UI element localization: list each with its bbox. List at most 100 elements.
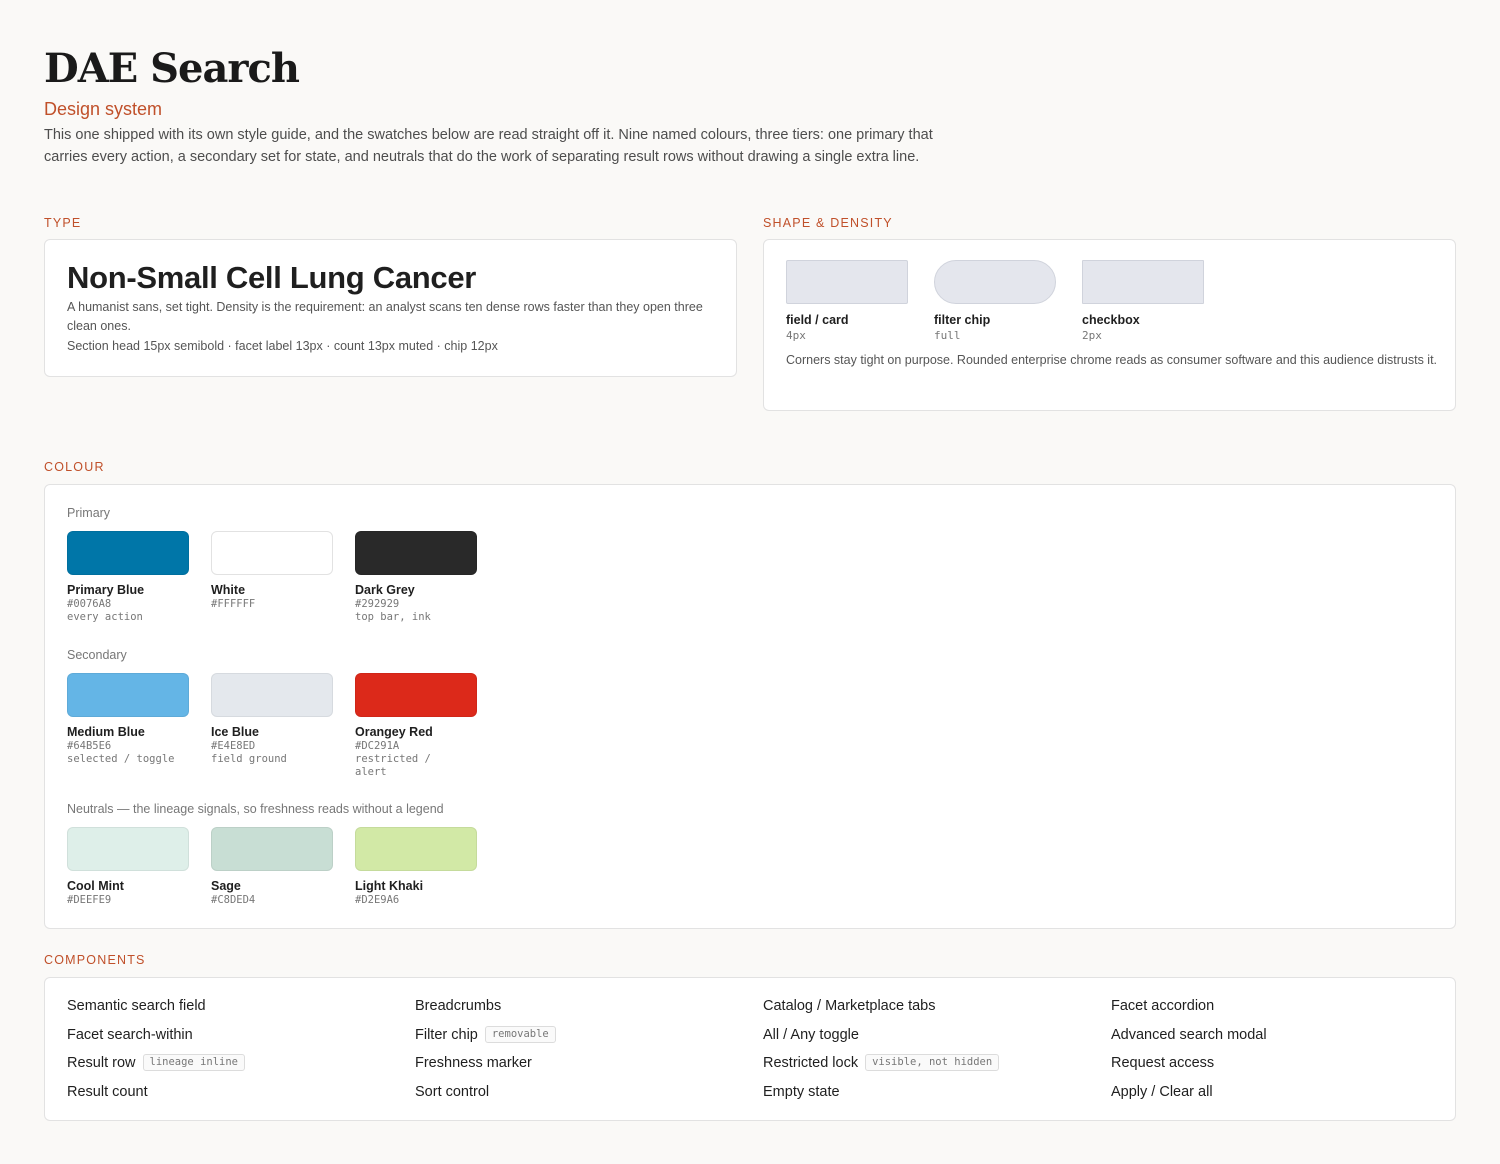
page-subtitle: Design system (44, 99, 163, 119)
component-item: Filter chip removable (415, 1024, 755, 1053)
swatch-name: Dark Grey (355, 583, 415, 597)
shape-item-checkbox: checkbox 2px (1082, 260, 1206, 343)
shape-label: filter chip (934, 313, 991, 327)
swatch-cool-mint: Cool Mint #DEEFE9 (67, 827, 191, 907)
component-tag: removable (484, 1025, 556, 1043)
type-card: Non-Small Cell Lung Cancer A humanist sa… (44, 239, 737, 377)
swatch-dark-grey: Dark Grey #292929 top bar, ink (355, 531, 479, 624)
swatch-white: White #FFFFFF (211, 531, 335, 611)
component-label: Request access (1111, 1055, 1215, 1071)
swatch-medium-blue: Medium Blue #64B5E6 selected / toggle (67, 673, 191, 766)
type-spec-line: Section head 15px semibold · facet label… (67, 339, 498, 353)
component-label: Semantic search field (67, 998, 206, 1014)
swatch-light-khaki: Light Khaki #D2E9A6 (355, 827, 479, 907)
shape-value: 4px (786, 329, 806, 342)
swatch-name: White (211, 583, 246, 597)
swatch-name: Primary Blue (67, 583, 145, 597)
component-item: Catalog / Marketplace tabs (763, 995, 1103, 1024)
swatch-name: Sage (211, 879, 241, 893)
components-column: Facet accordion Advanced search modal Re… (1111, 995, 1451, 1109)
components-section-heading: COMPONENTS (44, 953, 146, 967)
components-column: Catalog / Marketplace tabs All / Any tog… (763, 995, 1103, 1109)
swatch-hex: #64B5E6 (67, 740, 112, 752)
color-chip (355, 827, 477, 871)
component-label: Breadcrumbs (415, 998, 502, 1014)
swatch-sage: Sage #C8DED4 (211, 827, 335, 907)
component-item: Result row lineage inline (67, 1052, 407, 1081)
component-item: Facet accordion (1111, 995, 1451, 1024)
component-item: Advanced search modal (1111, 1024, 1451, 1053)
components-column: Semantic search field Facet search-withi… (67, 995, 407, 1109)
component-item: Semantic search field (67, 995, 407, 1024)
swatch-hex: #FFFFFF (211, 598, 256, 610)
color-chip (211, 673, 333, 717)
component-item: Result count (67, 1081, 407, 1110)
swatch-name: Light Khaki (355, 879, 424, 893)
shape-label: checkbox (1082, 313, 1140, 327)
swatch-primary-blue: Primary Blue #0076A8 every action (67, 531, 191, 624)
type-description: A humanist sans, set tight. Density is t… (67, 300, 703, 333)
component-item: Restricted lock visible, not hidden (763, 1052, 1103, 1081)
components-column: Breadcrumbs Filter chip removable Freshne… (415, 995, 755, 1109)
color-chip (355, 673, 477, 717)
color-chip (67, 673, 189, 717)
swatch-usage: top bar, ink (355, 611, 431, 623)
component-label: Advanced search modal (1111, 1026, 1267, 1043)
shape-item-filter-chip: filter chip full (934, 260, 1058, 343)
components-card: Semantic search field Facet search-withi… (44, 977, 1456, 1121)
colour-group-label-secondary: Secondary (67, 648, 127, 662)
component-item: Apply / Clear all (1111, 1081, 1451, 1110)
swatch-hex: #0076A8 (67, 598, 112, 610)
shape-sample-field-card (786, 260, 908, 304)
colour-card: Primary Primary Blue #0076A8 every actio… (44, 484, 1456, 929)
swatch-usage: restricted / alert (355, 753, 431, 778)
swatch-hex: #C8DED4 (211, 894, 256, 906)
shape-value: full (934, 329, 961, 342)
shape-sample-checkbox (1082, 260, 1204, 304)
shape-sample-filter-chip (934, 260, 1056, 304)
swatch-usage: field ground (211, 753, 287, 765)
page-title: DAE Search (44, 45, 300, 92)
component-label: Empty state (763, 1083, 840, 1100)
component-label: Facet search-within (67, 1026, 193, 1043)
swatch-usage: selected / toggle (67, 753, 175, 765)
shape-section-heading: SHAPE & DENSITY (763, 216, 893, 230)
swatch-ice-blue: Ice Blue #E4E8ED field ground (211, 673, 335, 766)
component-label: Apply / Clear all (1111, 1083, 1213, 1100)
shape-note: Corners stay tight on purpose. Rounded e… (786, 353, 1438, 367)
component-item: Breadcrumbs (415, 995, 755, 1024)
component-item: All / Any toggle (763, 1024, 1103, 1053)
component-item: Facet search-within (67, 1024, 407, 1053)
shape-value: 2px (1082, 329, 1102, 342)
component-tag: lineage inline (142, 1054, 246, 1071)
component-item: Request access (1111, 1052, 1451, 1081)
component-label: Freshness marker (415, 1055, 532, 1071)
intro-paragraph: This one shipped with its own style guid… (44, 127, 933, 165)
colour-group-label-primary: Primary (67, 506, 111, 520)
color-chip (67, 531, 189, 575)
color-chip (67, 827, 189, 871)
color-chip (211, 531, 333, 575)
component-label: All / Any toggle (763, 1026, 859, 1043)
swatch-hex: #E4E8ED (211, 740, 256, 752)
component-label: Result row (67, 1055, 136, 1071)
component-item: Sort control (415, 1081, 755, 1110)
shape-item-field-card: field / card 4px (786, 260, 910, 343)
color-chip (211, 827, 333, 871)
type-section-heading: TYPE (44, 216, 82, 230)
component-item: Freshness marker (415, 1052, 755, 1081)
component-label: Facet accordion (1111, 998, 1215, 1014)
component-label: Restricted lock (763, 1055, 859, 1071)
component-item: Empty state (763, 1081, 1103, 1110)
color-chip (355, 531, 477, 575)
shape-label: field / card (786, 313, 849, 327)
component-label: Result count (67, 1083, 148, 1100)
swatch-usage: every action (67, 611, 143, 623)
swatch-hex: #DC291A (355, 740, 400, 752)
swatch-orangey-red: Orangey Red #DC291A restricted / alert (355, 673, 479, 779)
swatch-name: Ice Blue (211, 725, 259, 739)
component-tag: visible, not hidden (865, 1054, 1000, 1071)
shape-card: field / card 4px filter chip full checkb… (763, 239, 1456, 411)
component-label: Sort control (415, 1083, 490, 1100)
swatch-name: Cool Mint (67, 879, 124, 893)
